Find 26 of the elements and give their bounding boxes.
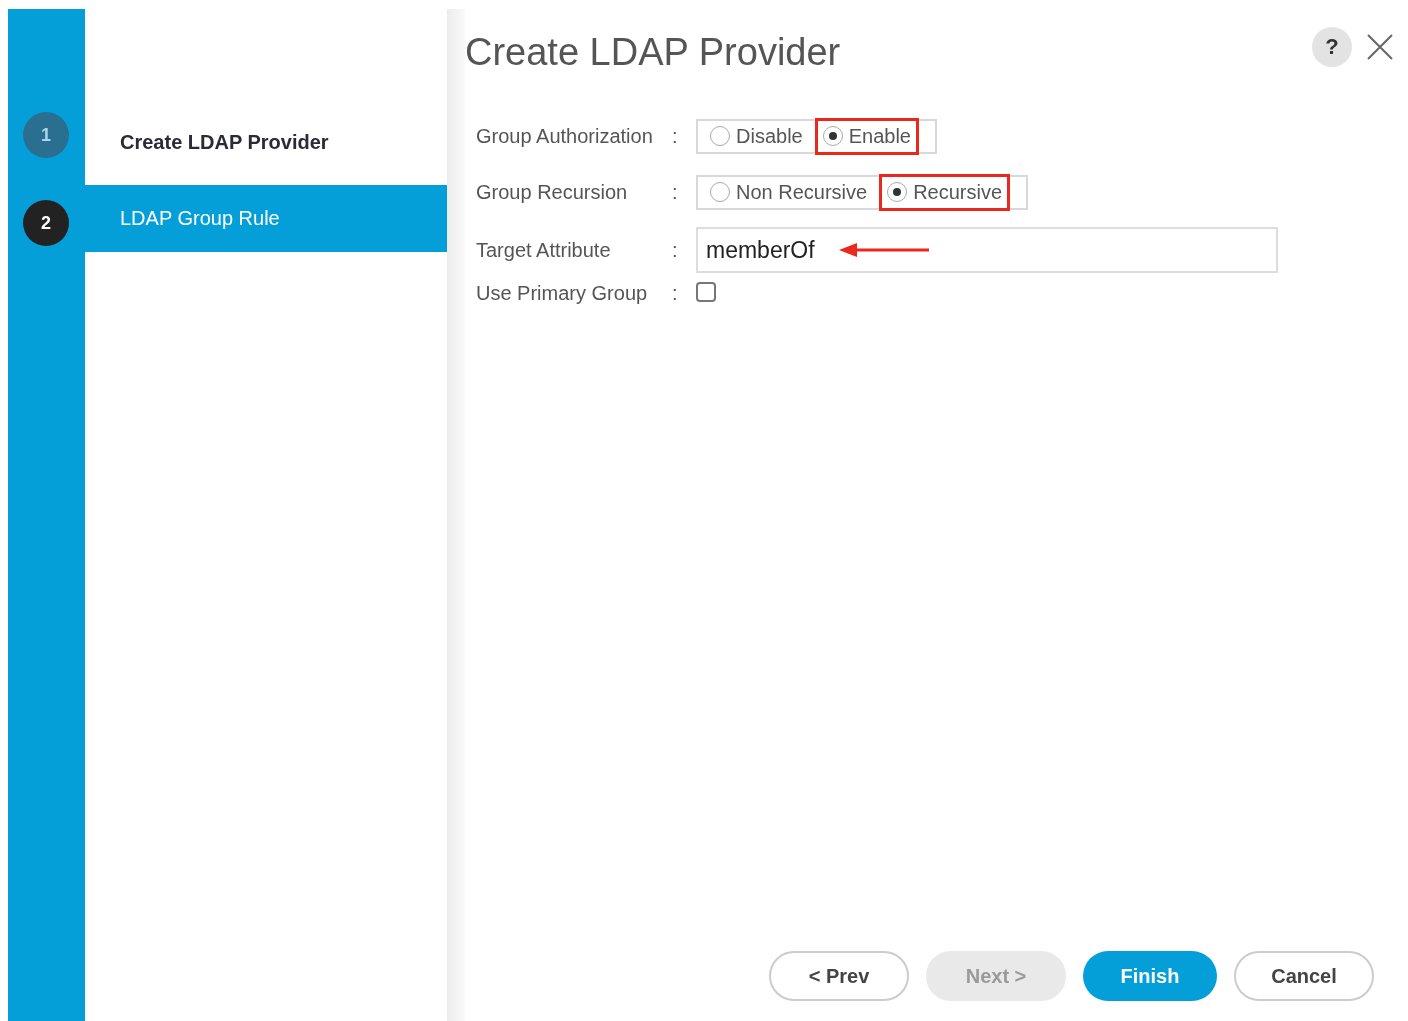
label-colon: : <box>672 180 679 204</box>
radio-option[interactable]: Non Recursive <box>702 173 876 211</box>
checkbox[interactable] <box>696 282 716 302</box>
wizard-button[interactable]: Cancel <box>1234 951 1374 1001</box>
radio-button[interactable] <box>710 182 730 202</box>
label-colon: : <box>672 238 679 262</box>
radio-button[interactable] <box>710 126 730 146</box>
radio-button[interactable] <box>887 182 908 202</box>
wizard-step[interactable]: Create LDAP Provider <box>85 99 447 185</box>
step-number: 2 <box>23 200 69 246</box>
dialog-title: Create LDAP Provider <box>465 31 841 74</box>
label-colon: : <box>672 282 679 305</box>
field-label: Target Attribute <box>476 238 612 262</box>
radio-option[interactable]: Recursive <box>879 173 1011 211</box>
close-icon[interactable] <box>1366 33 1394 61</box>
wizard-button[interactable]: < Prev <box>769 951 909 1001</box>
radio-option[interactable]: Disable <box>702 117 811 155</box>
help-button[interactable]: ? <box>1312 27 1352 67</box>
radio-button[interactable] <box>822 126 843 146</box>
field-label: Group Recursion <box>476 180 629 204</box>
radio-option[interactable]: Enable <box>814 117 919 155</box>
field-label: Use Primary Group <box>476 282 649 305</box>
step-number: 1 <box>23 112 69 158</box>
field-label: Group Authorization <box>476 124 654 148</box>
label-colon: : <box>672 124 679 148</box>
input-field[interactable]: memberOf <box>696 227 1278 273</box>
